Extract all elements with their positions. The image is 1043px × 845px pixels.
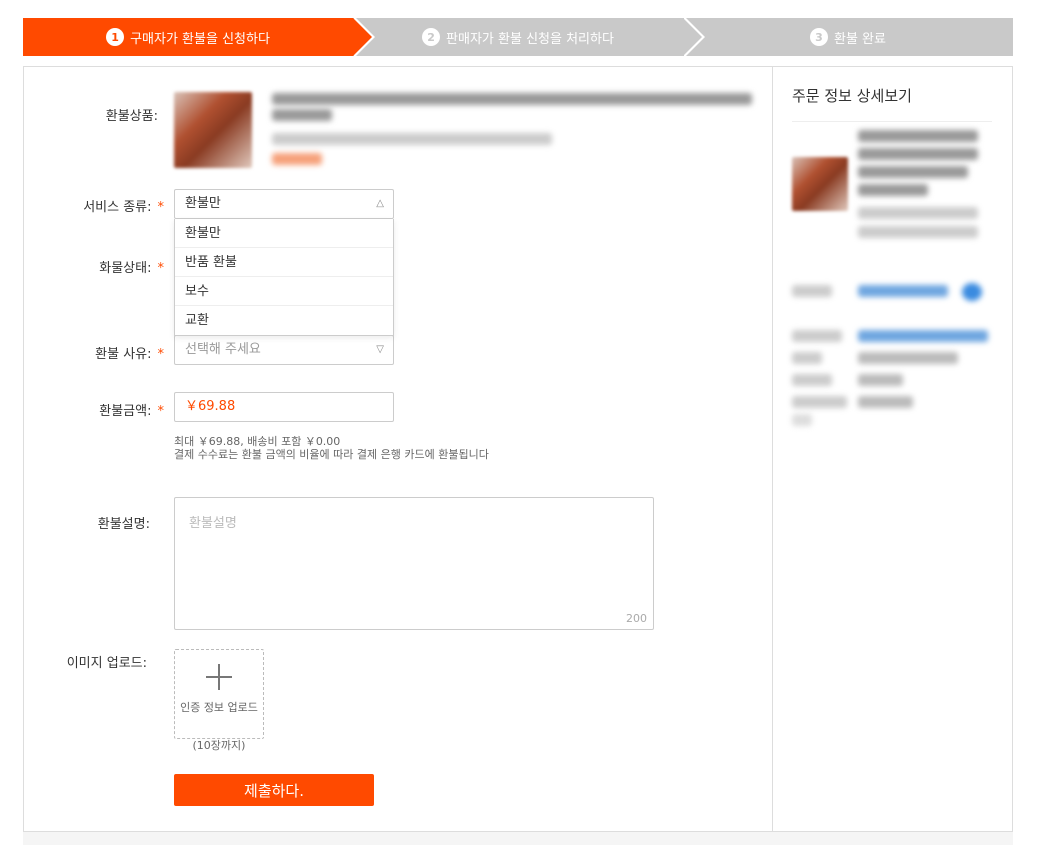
upload-label: 이미지 업로드: bbox=[66, 656, 147, 671]
service-option-return-refund[interactable]: 반품 환불 bbox=[175, 248, 393, 277]
progress-steps: 1 구매자가 환불을 신청하다 2 판매자가 환불 신청을 처리하다 3 환불 … bbox=[23, 16, 1013, 58]
product-spec-blurred bbox=[272, 133, 552, 145]
step-1-label: 구매자가 환불을 신청하다 bbox=[130, 31, 270, 47]
step-3: 3 환불 완료 bbox=[683, 18, 1013, 56]
product-label: 환불상품: bbox=[105, 109, 158, 124]
description-textarea[interactable]: 환불설명 200 bbox=[174, 497, 654, 630]
reason-select[interactable]: 선택해 주세요 ▽ bbox=[174, 335, 394, 365]
amount-max-hint: 최대 ￥69.88, 배송비 포함 ￥0.00 bbox=[174, 435, 341, 448]
reason-label: 환불 사유: * bbox=[95, 347, 164, 362]
amount-fee-hint: 결제 수수료는 환불 금액의 비율에 따라 결제 은행 카드에 환불됩니다 bbox=[174, 448, 489, 461]
step-2: 2 판매자가 환불 신청을 처리하다 bbox=[353, 16, 705, 58]
service-type-label: 서비스 종류: * bbox=[83, 200, 164, 215]
order-number-blurred[interactable] bbox=[858, 330, 988, 342]
char-counter: 200 bbox=[626, 612, 647, 625]
description-placeholder: 환불설명 bbox=[189, 516, 237, 531]
refund-amount-input[interactable]: ￥69.88 bbox=[174, 392, 394, 422]
chevron-down-icon: ▽ bbox=[376, 344, 384, 355]
description-label: 환불설명: bbox=[97, 517, 150, 532]
reason-placeholder: 선택해 주세요 bbox=[185, 342, 261, 357]
footer-band bbox=[23, 832, 1013, 845]
panel-divider bbox=[772, 66, 773, 832]
service-option-exchange[interactable]: 교환 bbox=[175, 306, 393, 335]
order-product-thumbnail[interactable] bbox=[792, 157, 848, 211]
service-type-dropdown: 환불만 반품 환불 보수 교환 bbox=[174, 219, 394, 336]
shop-link-blurred[interactable] bbox=[858, 285, 948, 297]
product-title-blurred[interactable] bbox=[272, 93, 752, 105]
refund-form-panel bbox=[23, 66, 1013, 832]
chat-icon[interactable] bbox=[962, 283, 982, 301]
image-upload-button[interactable]: 인증 정보 업로드 bbox=[174, 649, 264, 739]
amount-label: 환불금액: * bbox=[99, 404, 164, 419]
step-1: 1 구매자가 환불을 신청하다 bbox=[23, 16, 375, 58]
upload-limit: (10장까지) bbox=[192, 739, 246, 752]
step-2-label: 판매자가 환불 신청을 처리하다 bbox=[446, 31, 614, 47]
order-details-title: 주문 정보 상세보기 bbox=[792, 87, 912, 105]
service-option-repair[interactable]: 보수 bbox=[175, 277, 393, 306]
sidebar-separator bbox=[792, 121, 992, 122]
step-arrow-icon bbox=[683, 18, 702, 56]
chevron-up-icon: △ bbox=[376, 198, 384, 209]
step-3-number: 3 bbox=[810, 28, 828, 46]
submit-button[interactable]: 제출하다. bbox=[174, 774, 374, 806]
product-price-blurred bbox=[272, 153, 322, 165]
step-2-number: 2 bbox=[422, 28, 441, 46]
service-type-select[interactable]: 환불만 △ bbox=[174, 189, 394, 219]
step-1-number: 1 bbox=[106, 28, 125, 46]
service-option-refund-only[interactable]: 환불만 bbox=[175, 219, 393, 248]
goods-status-label: 화물상태: * bbox=[99, 261, 164, 276]
step-arrow-icon bbox=[353, 18, 372, 56]
upload-button-text: 인증 정보 업로드 bbox=[180, 701, 258, 714]
step-3-label: 환불 완료 bbox=[834, 31, 886, 47]
service-type-value: 환불만 bbox=[185, 196, 221, 211]
product-thumbnail[interactable] bbox=[174, 92, 252, 168]
plus-icon bbox=[205, 664, 233, 692]
